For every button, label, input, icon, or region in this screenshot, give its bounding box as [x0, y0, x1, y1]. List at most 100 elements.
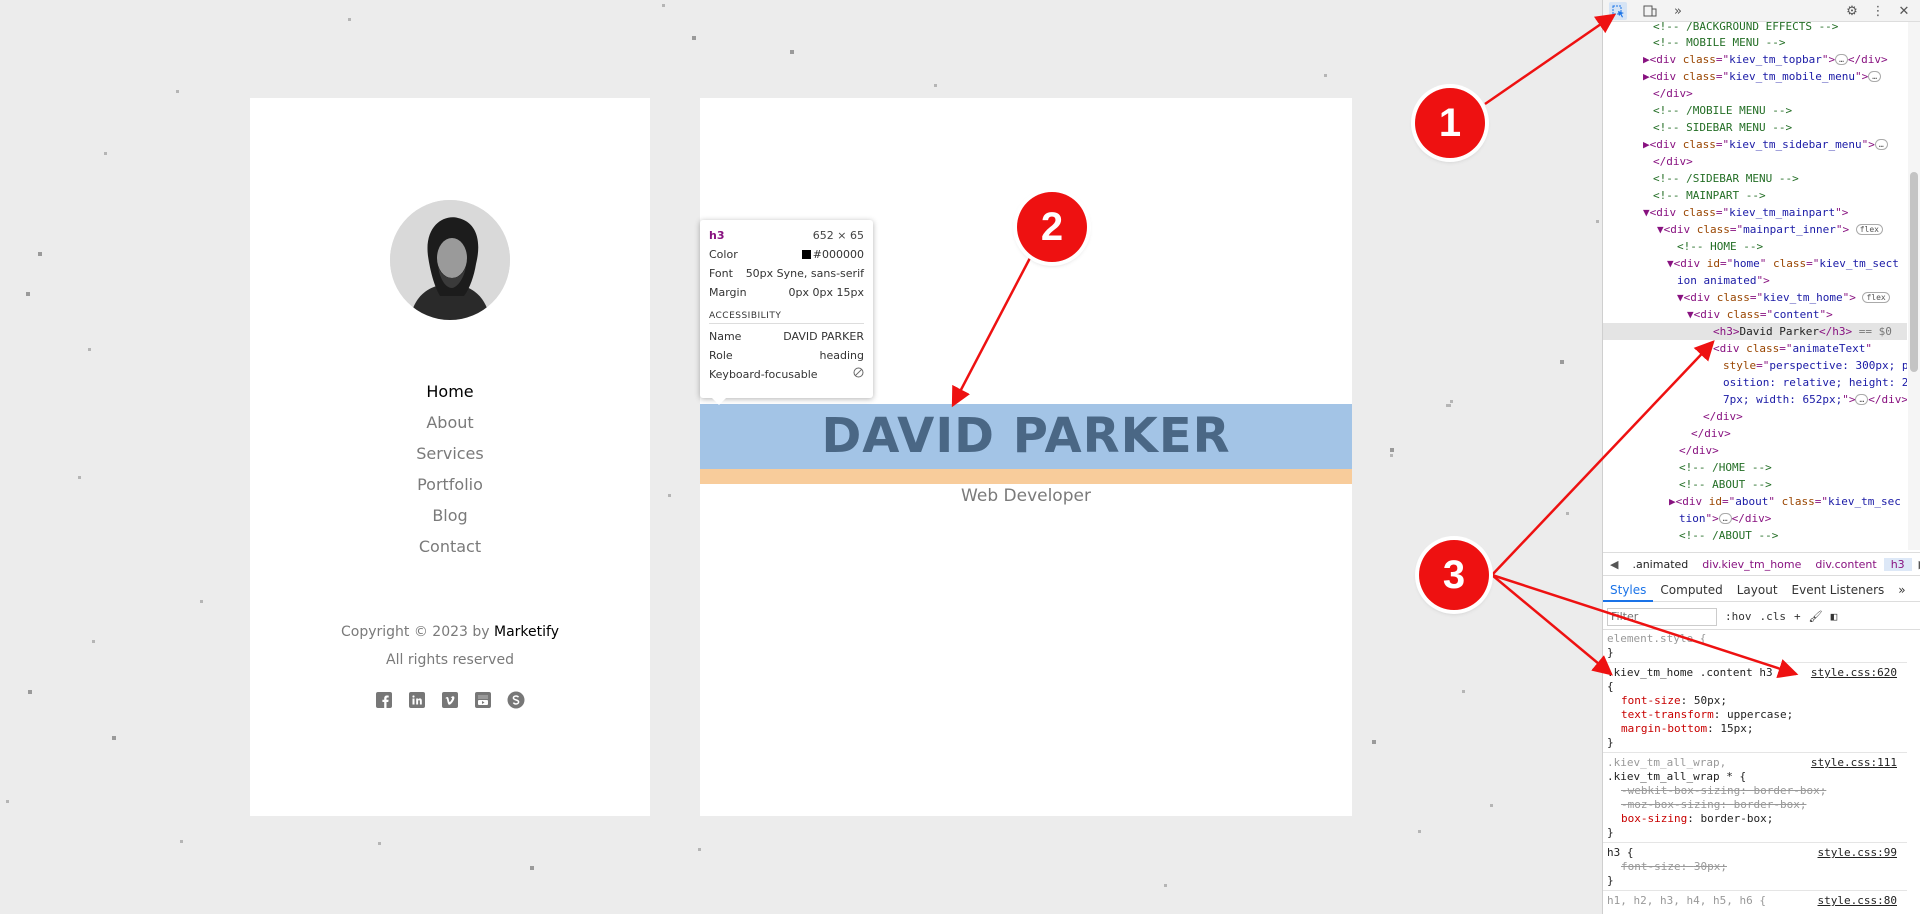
tooltip-name-value: DAVID PARKER	[783, 330, 864, 343]
tree-node-selected[interactable]: <h3>David Parker</h3> == $0	[1603, 323, 1907, 340]
class-toggle-button[interactable]: .cls	[1760, 610, 1787, 623]
dom-breadcrumbs: ◀ .animated div.kiev_tm_home div.content…	[1603, 552, 1920, 576]
element-style-rule[interactable]: element.style {	[1607, 632, 1706, 646]
rule-selector[interactable]: .kiev_tm_all_wrap, style.css:111	[1607, 756, 1903, 770]
tree-node[interactable]: ▼<div class="kiev_tm_home"> flex	[1677, 289, 1890, 306]
tooltip-font-label: Font	[709, 267, 733, 280]
rule-selector[interactable]: h3 {style.css:99	[1607, 846, 1903, 860]
rule-selector[interactable]: .kiev_tm_all_wrap * {	[1607, 770, 1746, 784]
copyright-brand-link[interactable]: Marketify	[494, 624, 559, 640]
tree-node[interactable]: <div class="animateText"	[1713, 340, 1872, 357]
elements-tree: <!-- /BACKGROUND EFFECTS --> <!-- MOBILE…	[1603, 22, 1907, 550]
facebook-icon[interactable]	[375, 691, 393, 709]
close-icon[interactable]: ✕	[1895, 2, 1913, 20]
nav-item-services[interactable]: Services	[250, 442, 650, 473]
rule-selector[interactable]: h1, h2, h3, h4, h5, h6 {style.css:80	[1607, 894, 1903, 908]
tree-node[interactable]: style="perspective: 300px; p	[1723, 357, 1907, 374]
tree-node[interactable]: ▶<div id="about" class="kiev_tm_sec	[1669, 493, 1901, 510]
tree-comment[interactable]: <!-- ABOUT -->	[1679, 476, 1772, 493]
rule-source-link[interactable]: style.css:99	[1818, 846, 1897, 860]
annotation-badge-3: 3	[1419, 540, 1489, 610]
tree-comment[interactable]: <!-- MAINPART -->	[1653, 187, 1766, 204]
tooltip-accessibility-heading: ACCESSIBILITY	[709, 308, 864, 324]
tree-node[interactable]: </div>	[1653, 153, 1693, 170]
skype-icon[interactable]	[507, 691, 525, 709]
nav-item-portfolio[interactable]: Portfolio	[250, 473, 650, 504]
tree-node[interactable]: ▼<div class="mainpart_inner"> flex	[1657, 221, 1883, 238]
tree-comment[interactable]: <!-- /HOME -->	[1679, 459, 1772, 476]
breadcrumb-item[interactable]: div.kiev_tm_home	[1695, 558, 1808, 571]
annotation-badge-1: 1	[1415, 88, 1485, 158]
sidebar-toggle-icon[interactable]: ◧	[1831, 610, 1838, 623]
scroll-thumb[interactable]	[1910, 172, 1918, 372]
css-declaration[interactable]: box-sizing: border-box;	[1621, 812, 1773, 826]
tree-node[interactable]: ion animated">	[1677, 272, 1770, 289]
inspect-icon[interactable]	[1609, 2, 1627, 20]
hero-name-heading: DAVID PARKER	[821, 408, 1231, 464]
tooltip-keyboard-label: Keyboard-focusable	[709, 368, 818, 381]
youtube-icon[interactable]	[474, 691, 492, 709]
settings-icon[interactable]: ⚙	[1843, 2, 1861, 20]
style-rules: element.style { } .kiev_tm_home .content…	[1603, 632, 1907, 914]
element-highlight-margin	[700, 469, 1352, 484]
tree-node[interactable]: ▶<div class="kiev_tm_topbar">… </div>	[1643, 51, 1888, 68]
rights-text: All rights reserved	[386, 652, 514, 668]
tree-node[interactable]: ▼<div class="kiev_tm_mainpart">	[1643, 204, 1848, 221]
tree-comment[interactable]: <!-- /MOBILE MENU -->	[1653, 102, 1792, 119]
new-rule-icon[interactable]: +	[1794, 610, 1801, 623]
tree-node[interactable]: ▶<div class="kiev_tm_mobile_menu">…	[1643, 68, 1882, 85]
breadcrumb-item-current[interactable]: h3	[1883, 557, 1912, 571]
rule-source-link[interactable]: style.css:620	[1811, 666, 1897, 680]
tree-node[interactable]: ▶<div class="kiev_tm_sidebar_menu">…	[1643, 136, 1888, 153]
tree-comment[interactable]: <!-- SIDEBAR MENU -->	[1653, 119, 1792, 136]
tree-comment[interactable]: <!-- /ABOUT -->	[1679, 527, 1778, 544]
more-tabs-icon[interactable]: »	[1669, 2, 1687, 20]
rule-selector[interactable]: .kiev_tm_home .content h3 style.css:620	[1607, 666, 1903, 680]
css-declaration[interactable]: -moz-box-sizing: border-box;	[1621, 798, 1806, 812]
hero-role: Web Developer	[961, 486, 1091, 506]
hover-state-button[interactable]: :hov	[1725, 610, 1752, 623]
tab-event-listeners[interactable]: Event Listeners	[1785, 578, 1892, 602]
tree-comment[interactable]: <!-- /SIDEBAR MENU -->	[1653, 170, 1799, 187]
linkedin-icon[interactable]	[408, 691, 426, 709]
tooltip-name-label: Name	[709, 330, 742, 343]
tab-computed[interactable]: Computed	[1653, 578, 1729, 602]
breadcrumb-item[interactable]: .animated	[1625, 558, 1695, 571]
nav-item-blog[interactable]: Blog	[250, 504, 650, 535]
tree-comment[interactable]: <!-- MOBILE MENU -->	[1653, 34, 1785, 51]
css-declaration[interactable]: font-size: 50px;	[1621, 694, 1727, 708]
nav-item-about[interactable]: About	[250, 411, 650, 442]
paint-brush-icon[interactable]: 🖌	[1809, 610, 1823, 623]
rule-source-link[interactable]: style.css:80	[1818, 894, 1897, 908]
tree-node[interactable]: osition: relative; height: 2	[1723, 374, 1907, 391]
tree-node[interactable]: </div>	[1653, 85, 1693, 102]
css-declaration[interactable]: -webkit-box-sizing: border-box;	[1621, 784, 1826, 798]
tab-styles[interactable]: Styles	[1603, 578, 1654, 602]
tree-node[interactable]: </div>	[1679, 442, 1719, 459]
css-declaration[interactable]: font-size: 30px;	[1621, 860, 1727, 874]
tree-node[interactable]: ▼<div id="home" class="kiev_tm_sect	[1667, 255, 1899, 272]
tab-layout[interactable]: Layout	[1730, 578, 1785, 602]
elements-scrollbar[interactable]	[1908, 22, 1920, 550]
breadcrumb-item[interactable]: div.content	[1808, 558, 1883, 571]
kebab-menu-icon[interactable]: ⋮	[1869, 2, 1887, 20]
tree-node[interactable]: tion">… </div>	[1679, 510, 1771, 527]
nav-item-home[interactable]: Home	[250, 380, 650, 411]
css-declaration[interactable]: text-transform: uppercase;	[1621, 708, 1793, 722]
nav-item-contact[interactable]: Contact	[250, 535, 650, 566]
css-declaration[interactable]: margin-bottom: 15px;	[1621, 722, 1753, 736]
styles-filter-input[interactable]	[1607, 607, 1717, 626]
breadcrumb-left-icon[interactable]: ◀	[1603, 558, 1625, 571]
vimeo-icon[interactable]	[441, 691, 459, 709]
tree-comment[interactable]: <!-- HOME -->	[1677, 238, 1763, 255]
tree-node[interactable]: ▼<div class="content">	[1687, 306, 1833, 323]
tree-node[interactable]: </div>	[1703, 408, 1743, 425]
tree-node[interactable]: </div>	[1691, 425, 1731, 442]
rule-source-link[interactable]: style.css:111	[1811, 756, 1897, 770]
more-tabs-icon[interactable]: »	[1891, 578, 1912, 602]
devtools-toolbar: » ⚙ ⋮ ✕	[1603, 0, 1920, 22]
device-toggle-icon[interactable]	[1641, 2, 1659, 20]
breadcrumb-right-icon[interactable]: ▶	[1912, 558, 1920, 571]
tooltip-size: 652 × 65	[812, 229, 864, 242]
tree-node[interactable]: 7px; width: 652px;">… </div>	[1723, 391, 1907, 408]
